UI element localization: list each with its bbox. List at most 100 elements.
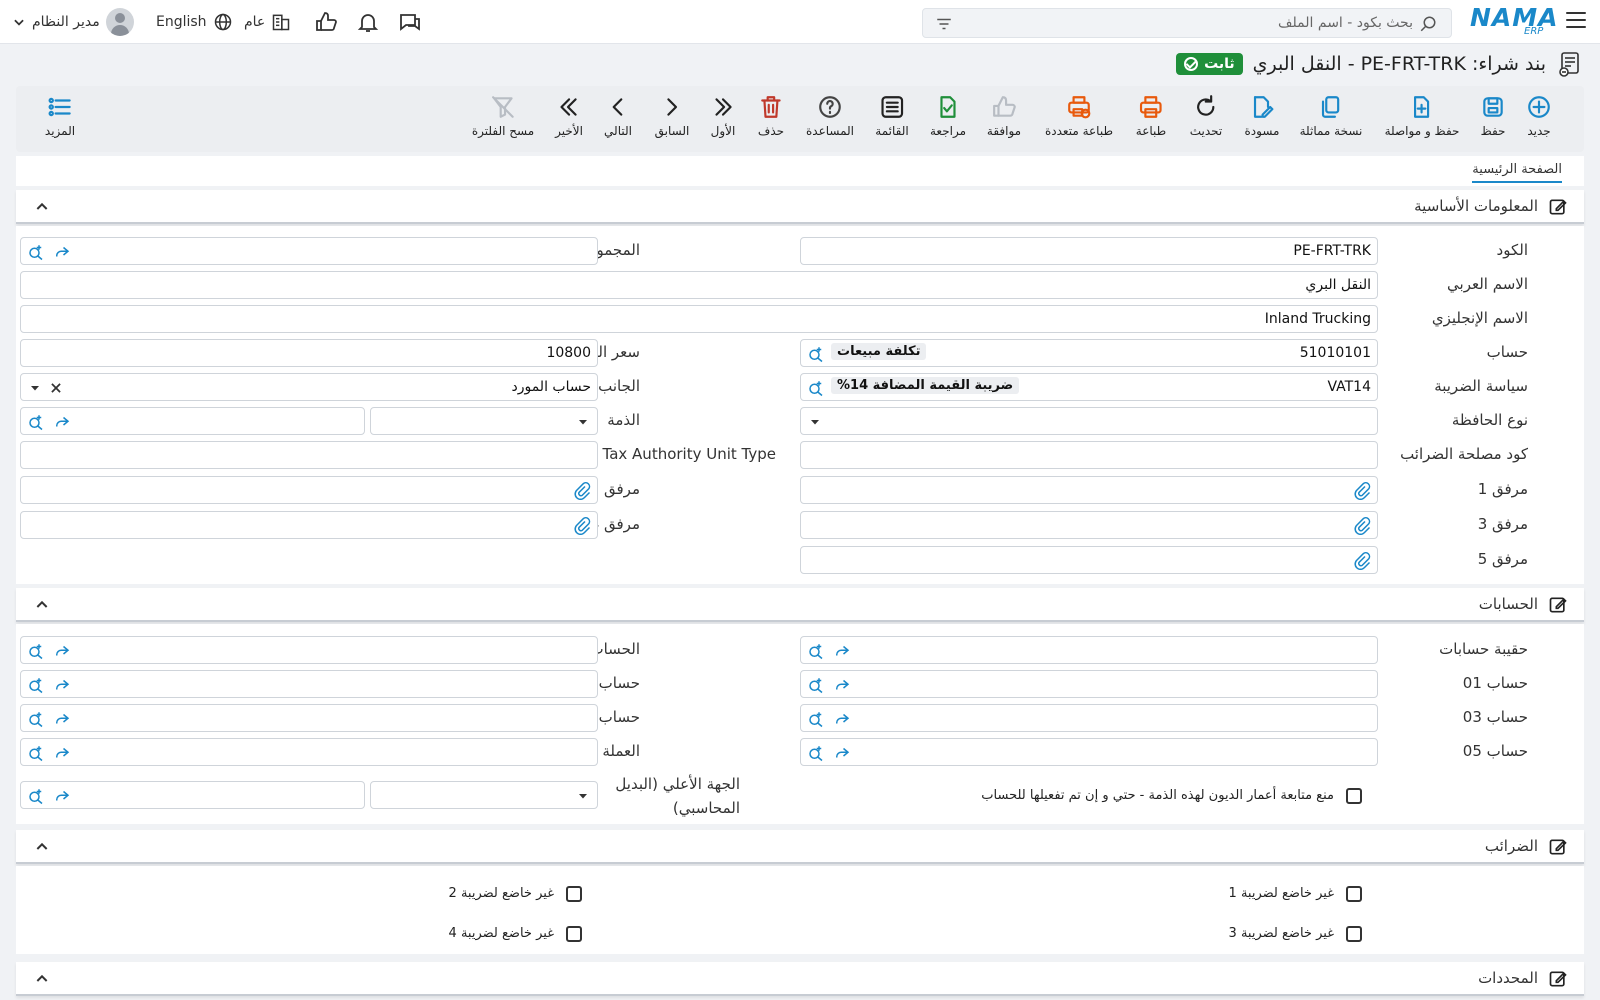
share-arrow-icon[interactable] <box>833 744 851 762</box>
filter-icon[interactable] <box>935 15 953 33</box>
lookup-search-icon[interactable] <box>807 642 825 660</box>
tax-authority-unit-field[interactable] <box>20 441 598 469</box>
toolbar-last-button[interactable]: الأخير <box>555 94 583 146</box>
lookup-search-icon[interactable] <box>807 710 825 728</box>
account02-field[interactable] <box>20 670 598 698</box>
tax1-exempt-checkbox[interactable] <box>1346 886 1362 902</box>
attachment4-field[interactable] <box>20 511 598 539</box>
lookup-search-icon[interactable] <box>27 787 45 805</box>
attachment2-field[interactable] <box>20 476 598 504</box>
lookup-search-icon[interactable] <box>27 744 45 762</box>
tax-authority-code-field[interactable] <box>800 441 1378 469</box>
share-arrow-icon[interactable] <box>833 676 851 694</box>
caret-down-icon[interactable] <box>577 790 589 802</box>
section-accounts-header[interactable]: الحسابات <box>16 588 1584 622</box>
lookup-search-icon[interactable] <box>807 676 825 694</box>
account01-field[interactable] <box>800 670 1378 698</box>
default-price-field[interactable]: 10800 <box>20 339 598 367</box>
branch-selector[interactable]: عام <box>244 8 291 36</box>
chevron-up-icon[interactable] <box>34 839 50 855</box>
tax-policy-field[interactable]: VAT14 ضريبة القيمة المضافة 14% <box>800 373 1378 401</box>
paperclip-icon[interactable] <box>573 517 591 535</box>
section-taxes-header[interactable]: الضرائب <box>16 830 1584 864</box>
toolbar-print-button[interactable]: طباعة <box>1136 94 1166 146</box>
tab-home[interactable]: الصفحة الرئيسية <box>1472 162 1562 183</box>
subsidiary-type-select[interactable] <box>370 407 598 435</box>
higher-entity-type-select[interactable] <box>370 781 598 809</box>
chat-icon[interactable] <box>398 10 422 34</box>
toolbar-review-button[interactable]: مراجعة <box>930 94 966 146</box>
toolbar-save-button[interactable]: حفظ <box>1480 94 1506 146</box>
caret-down-icon[interactable] <box>29 382 41 394</box>
hamburger-menu-icon[interactable] <box>1566 12 1586 30</box>
toolbar-list-button[interactable]: القائمة <box>875 94 909 146</box>
chevron-up-icon[interactable] <box>34 199 50 215</box>
tax2-exempt-checkbox[interactable] <box>566 886 582 902</box>
thumbs-up-icon[interactable] <box>314 10 338 34</box>
share-arrow-icon[interactable] <box>53 642 71 660</box>
toolbar-first-button[interactable]: الأول <box>710 94 736 146</box>
account04-field[interactable] <box>20 704 598 732</box>
toolbar-prev-button[interactable]: السابق <box>655 94 689 146</box>
account-bag-field[interactable] <box>800 636 1378 664</box>
lookup-search-icon[interactable] <box>807 345 825 363</box>
currency-field[interactable] <box>20 738 598 766</box>
search-input[interactable] <box>993 12 1413 34</box>
toolbar-help-button[interactable]: المساعدة <box>806 94 854 146</box>
attachment3-field[interactable] <box>800 511 1378 539</box>
portfolio-type-select[interactable] <box>800 407 1378 435</box>
lookup-search-icon[interactable] <box>27 676 45 694</box>
credit-side-select[interactable]: حساب المورد <box>20 373 598 401</box>
attachment5-field[interactable] <box>800 546 1378 574</box>
paperclip-icon[interactable] <box>573 482 591 500</box>
attachment1-field[interactable] <box>800 476 1378 504</box>
bell-icon[interactable] <box>356 10 380 34</box>
share-arrow-icon[interactable] <box>53 243 71 261</box>
share-arrow-icon[interactable] <box>53 787 71 805</box>
toolbar-duplicate-button[interactable]: نسخة مماثلة <box>1300 94 1362 146</box>
caret-down-icon[interactable] <box>577 416 589 428</box>
lookup-search-icon[interactable] <box>27 642 45 660</box>
subsidiary-field[interactable] <box>20 407 365 435</box>
higher-entity-field[interactable] <box>20 781 365 809</box>
toolbar-refresh-button[interactable]: تحديث <box>1190 94 1222 146</box>
toolbar-save-continue-button[interactable]: حفظ و مواصلة <box>1385 94 1459 146</box>
lookup-search-icon[interactable] <box>807 744 825 762</box>
share-arrow-icon[interactable] <box>833 642 851 660</box>
section-dimensions-header[interactable]: المحددات <box>16 962 1584 996</box>
lookup-search-icon[interactable] <box>27 243 45 261</box>
user-menu[interactable]: مدير النظام <box>12 8 134 36</box>
tax3-exempt-checkbox[interactable] <box>1346 926 1362 942</box>
toolbar-new-button[interactable]: جديد <box>1526 94 1552 146</box>
toolbar-next-button[interactable]: التالي <box>604 94 632 146</box>
share-arrow-icon[interactable] <box>53 710 71 728</box>
share-arrow-icon[interactable] <box>53 676 71 694</box>
share-arrow-icon[interactable] <box>53 413 71 431</box>
english-name-field[interactable]: Inland Trucking <box>20 305 1378 333</box>
tax4-exempt-checkbox[interactable] <box>566 926 582 942</box>
lookup-search-icon[interactable] <box>27 413 45 431</box>
paperclip-icon[interactable] <box>1353 552 1371 570</box>
main-account-field[interactable] <box>20 636 598 664</box>
toolbar-more-button[interactable]: المزيد <box>45 94 75 146</box>
lookup-search-icon[interactable] <box>27 710 45 728</box>
account03-field[interactable] <box>800 704 1378 732</box>
group-field[interactable] <box>20 237 598 265</box>
prevent-aging-checkbox[interactable] <box>1346 788 1362 804</box>
chevron-up-icon[interactable] <box>34 971 50 987</box>
section-basic-header[interactable]: المعلومات الأساسية <box>16 190 1584 224</box>
account05-field[interactable] <box>800 738 1378 766</box>
toolbar-multi-print-button[interactable]: طباعة متعددة <box>1045 94 1113 146</box>
paperclip-icon[interactable] <box>1353 482 1371 500</box>
code-field[interactable]: PE-FRT-TRK <box>800 237 1378 265</box>
language-switch[interactable]: English <box>156 8 233 36</box>
share-arrow-icon[interactable] <box>53 744 71 762</box>
toolbar-approve-button[interactable]: موافقة <box>987 94 1021 146</box>
nama-logo[interactable]: NAMA ERP <box>1470 4 1558 38</box>
paperclip-icon[interactable] <box>1353 517 1371 535</box>
account-field[interactable]: 51010101 تكلفة مبيعات <box>800 339 1378 367</box>
toolbar-delete-button[interactable]: حذف <box>758 94 784 146</box>
arabic-name-field[interactable]: النقل البري <box>20 271 1378 299</box>
toolbar-clear-filter-button[interactable]: مسح الفلترة <box>472 94 534 146</box>
toolbar-draft-button[interactable]: مسودة <box>1245 94 1279 146</box>
